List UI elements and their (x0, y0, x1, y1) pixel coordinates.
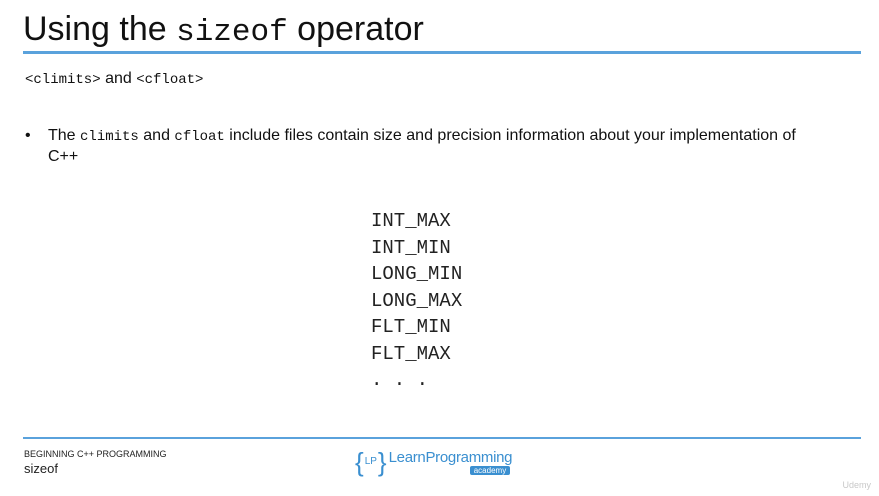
bullet-code-climits: climits (80, 129, 139, 145)
macro-item: INT_MAX (371, 210, 451, 232)
logo-name: LearnProgramming (388, 448, 513, 466)
learnprogramming-logo: { LP } LearnProgramming academy (355, 447, 513, 477)
bullet-text: The climits and cfloat include files con… (48, 126, 805, 166)
logo-tagline: academy (469, 465, 511, 475)
macro-item: INT_MIN (371, 236, 451, 259)
bullet-marker: • (25, 127, 31, 144)
title-suffix: operator (287, 10, 424, 48)
macro-item: LONG_MIN (371, 263, 463, 285)
macro-item: FLT_MAX (371, 342, 451, 365)
subtitle-code-climits: <climits> (25, 72, 101, 88)
logo-brace-close: } (377, 447, 387, 477)
title-code: sizeof (176, 15, 288, 50)
logo-initials: LP (364, 456, 377, 467)
macro-item: LONG_MAX (371, 289, 463, 312)
logo-brace-open: { (355, 447, 364, 477)
logo-words: LearnProgramming academy (388, 448, 513, 475)
macro-item: FLT_MIN (371, 316, 451, 338)
footer-divider (23, 437, 861, 439)
bullet-part1: The (48, 127, 81, 144)
subtitle-and: and (100, 70, 137, 87)
title-prefix: Using the (23, 10, 177, 48)
macro-list: INT_MAX INT_MIN LONG_MIN LONG_MAX FLT_MI… (371, 208, 462, 394)
slide-title: Using the sizeof operator (23, 8, 424, 54)
subtitle-code-cfloat: <cfloat> (136, 72, 204, 88)
macro-ellipsis: . . . (371, 369, 429, 391)
bullet-part2: and (138, 127, 175, 144)
bullet-code-cfloat: cfloat (174, 129, 225, 145)
bullet-point: • The climits and cfloat include files c… (25, 126, 805, 166)
title-divider (23, 51, 861, 54)
footer-topic: sizeof (24, 461, 58, 476)
udemy-watermark: Udemy (842, 480, 871, 490)
slide-subtitle: <climits> and <cfloat> (25, 69, 203, 90)
footer-course-name: BEGINNING C++ PROGRAMMING (24, 449, 167, 459)
